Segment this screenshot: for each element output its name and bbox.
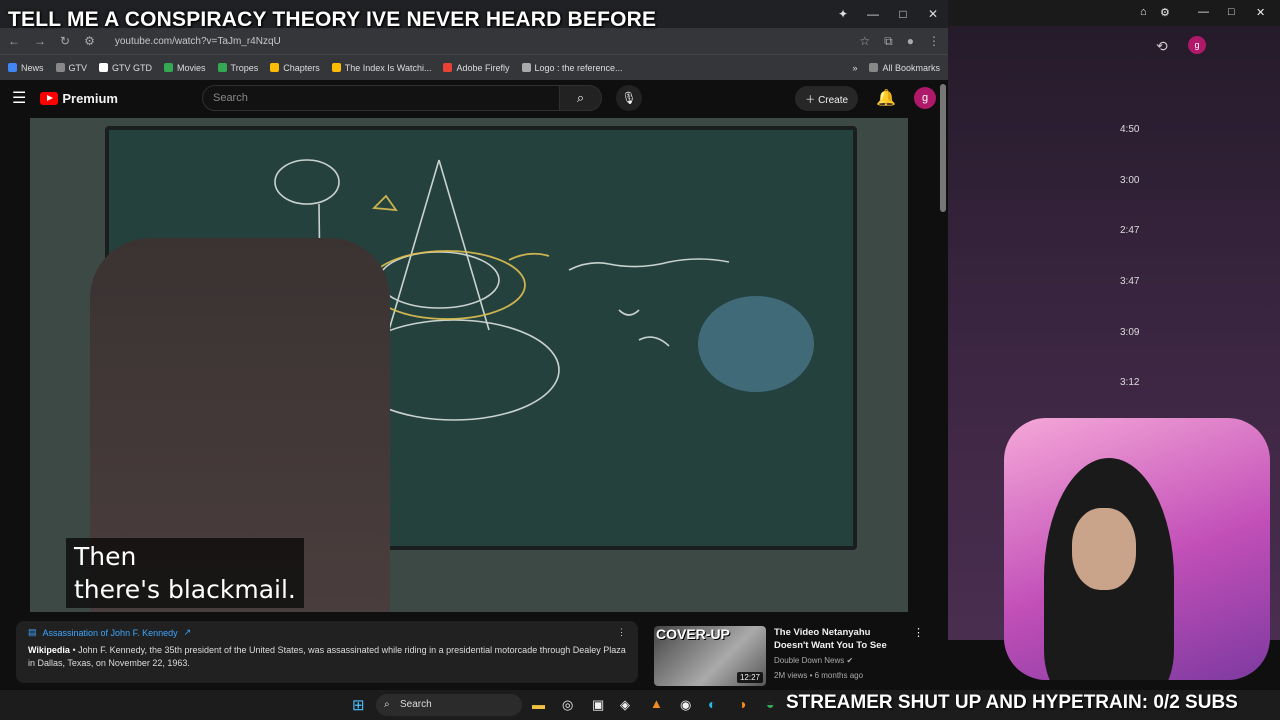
microphone-icon[interactable]: 🎙	[615, 85, 642, 111]
bookmark-item[interactable]: GTV	[55, 63, 87, 73]
reload-icon[interactable]: ↻	[60, 34, 70, 48]
search-input[interactable]: Search	[201, 85, 560, 111]
sheet-icon	[164, 63, 174, 72]
avatar[interactable]: g	[914, 87, 936, 109]
search-icon: ⌕	[384, 699, 390, 710]
avatar[interactable]: g	[1188, 36, 1206, 54]
stream-title-overlay: TELL ME A CONSPIRACY THEORY IVE NEVER HE…	[8, 8, 657, 31]
recommendation-title[interactable]: The Video Netanyahu Doesn't Want You To …	[774, 626, 905, 652]
notifications-bell-icon[interactable]: 🔔	[876, 88, 896, 108]
drive-icon	[270, 63, 280, 72]
menu-icon[interactable]: ⋮	[928, 34, 940, 48]
youtube-header: ☰ Premium Search ⌕ 🎙 ＋ Create 🔔 g	[0, 80, 948, 116]
info-title-link[interactable]: Assassination of John F. Kennedy	[43, 628, 178, 638]
bookmark-item[interactable]: Movies	[164, 63, 206, 73]
adobe-icon	[443, 63, 453, 72]
document-icon: ▤	[28, 627, 37, 637]
bookmark-item[interactable]: Adobe Firefly	[443, 63, 510, 73]
bookmark-item[interactable]: Chapters	[270, 63, 320, 73]
thumbnail-text: COVER-UP	[656, 626, 730, 642]
edge-icon[interactable]: ◐	[708, 696, 716, 712]
webcam-overlay	[1004, 418, 1270, 680]
duration-list: 4:50 3:00 2:47 3:47 3:09 3:12	[1120, 124, 1139, 428]
stream-ticker: STREAMER SHUT UP AND HYPETRAIN: 0/2 SUBS	[786, 692, 1238, 713]
video-player[interactable]: Then there's blackmail.	[30, 118, 908, 612]
folder-icon	[869, 63, 879, 72]
bookmark-item[interactable]: Logo : the reference...	[521, 63, 623, 73]
github-icon	[55, 63, 65, 72]
recommendation-item[interactable]: COVER-UP 12:27 The Video Netanyahu Doesn…	[654, 626, 924, 686]
youtube-logo[interactable]: Premium	[40, 91, 118, 106]
duration-badge: 12:27	[736, 672, 763, 683]
info-source: Wikipedia	[28, 645, 70, 655]
profile-icon[interactable]: ●	[907, 34, 914, 48]
video-subtitle: Then there's blackmail.	[66, 538, 304, 608]
duration-label: 2:47	[1120, 225, 1140, 237]
windows-start-icon[interactable]: ⊞	[352, 696, 365, 714]
sparkle-icon[interactable]: ✦	[828, 0, 858, 28]
chrome-icon[interactable]: ◒	[766, 696, 774, 712]
site-info-icon[interactable]: ⚙	[84, 34, 95, 48]
bookmark-item[interactable]: Tropes	[217, 63, 258, 73]
page-scrollbar[interactable]	[940, 84, 946, 212]
close-icon[interactable]: ✕	[1256, 6, 1265, 19]
video-thumbnail[interactable]: COVER-UP 12:27	[654, 626, 766, 686]
github-icon	[99, 63, 109, 72]
app-icon[interactable]: ▣	[592, 697, 604, 713]
duration-label: 4:50	[1120, 124, 1140, 135]
secondary-titlebar: ⌂ ⚙ — □ ✕	[948, 0, 1280, 26]
home-icon[interactable]: ⌂	[1140, 6, 1147, 18]
more-options-icon[interactable]: ⋮	[913, 626, 924, 686]
chevron-right-icon[interactable]: »	[852, 63, 857, 73]
bookmark-item[interactable]: GTV GTD	[99, 63, 152, 73]
hamburger-menu-icon[interactable]: ☰	[12, 88, 26, 108]
folder-icon	[8, 63, 17, 72]
bookmark-item[interactable]: The Index Is Watchi...	[331, 63, 431, 73]
history-icon[interactable]: ⟲	[1156, 38, 1168, 55]
back-icon[interactable]: ←	[8, 34, 20, 48]
url-field[interactable]: youtube.com/watch?v=TaJm_r4NzqU	[115, 36, 281, 47]
close-icon[interactable]: ✕	[918, 0, 948, 28]
taskbar-search[interactable]: ⌕ Search	[376, 694, 522, 716]
info-panel: ▤ Assassination of John F. Kennedy ↗ ⋮ W…	[16, 621, 638, 683]
youtube-play-icon	[40, 91, 59, 105]
bookmark-item[interactable]: News	[8, 63, 44, 73]
recommendation-meta: 2M views • 6 months ago	[774, 671, 864, 680]
duration-label: 3:47	[1120, 276, 1140, 288]
maximize-icon[interactable]: □	[1228, 6, 1235, 18]
extensions-icon[interactable]: ⧉	[884, 34, 893, 49]
search-icon[interactable]: ⌕	[559, 85, 602, 111]
radial-menu	[698, 296, 814, 392]
app-icon[interactable]: ◈	[620, 697, 630, 713]
verified-icon: ✔	[846, 656, 854, 665]
vlc-icon[interactable]: ▲	[650, 696, 663, 711]
create-button[interactable]: ＋ Create	[795, 85, 859, 111]
duration-label: 3:09	[1120, 326, 1140, 338]
duration-label: 3:00	[1120, 174, 1140, 186]
forward-icon[interactable]: →	[34, 34, 46, 48]
bookmarks-bar: News GTV GTV GTD Movies Tropes Chapters …	[0, 54, 948, 80]
page-icon	[521, 63, 531, 72]
minimize-icon[interactable]: —	[1198, 6, 1209, 18]
app-icon[interactable]: ◉	[680, 697, 691, 713]
sheet-icon	[217, 63, 227, 72]
settings-icon[interactable]: ⚙	[1160, 6, 1170, 19]
channel-name[interactable]: Double Down News	[774, 656, 844, 665]
bookmark-star-icon[interactable]: ☆	[859, 34, 870, 48]
window-controls: ✦ — □ ✕	[828, 0, 948, 28]
maximize-icon[interactable]: □	[888, 0, 918, 28]
more-options-icon[interactable]: ⋮	[617, 627, 626, 638]
streamer-face	[1072, 508, 1136, 590]
app-icon[interactable]: ◎	[562, 697, 573, 713]
pencil-icon	[331, 63, 341, 72]
minimize-icon[interactable]: —	[858, 0, 888, 28]
external-link-icon[interactable]: ↗	[184, 627, 192, 638]
file-explorer-icon[interactable]: ▬	[532, 697, 545, 712]
firefox-icon[interactable]: ◑	[738, 696, 746, 712]
all-bookmarks[interactable]: All Bookmarks	[869, 63, 940, 73]
info-body-text: John F. Kennedy, the 35th president of t…	[28, 645, 626, 668]
